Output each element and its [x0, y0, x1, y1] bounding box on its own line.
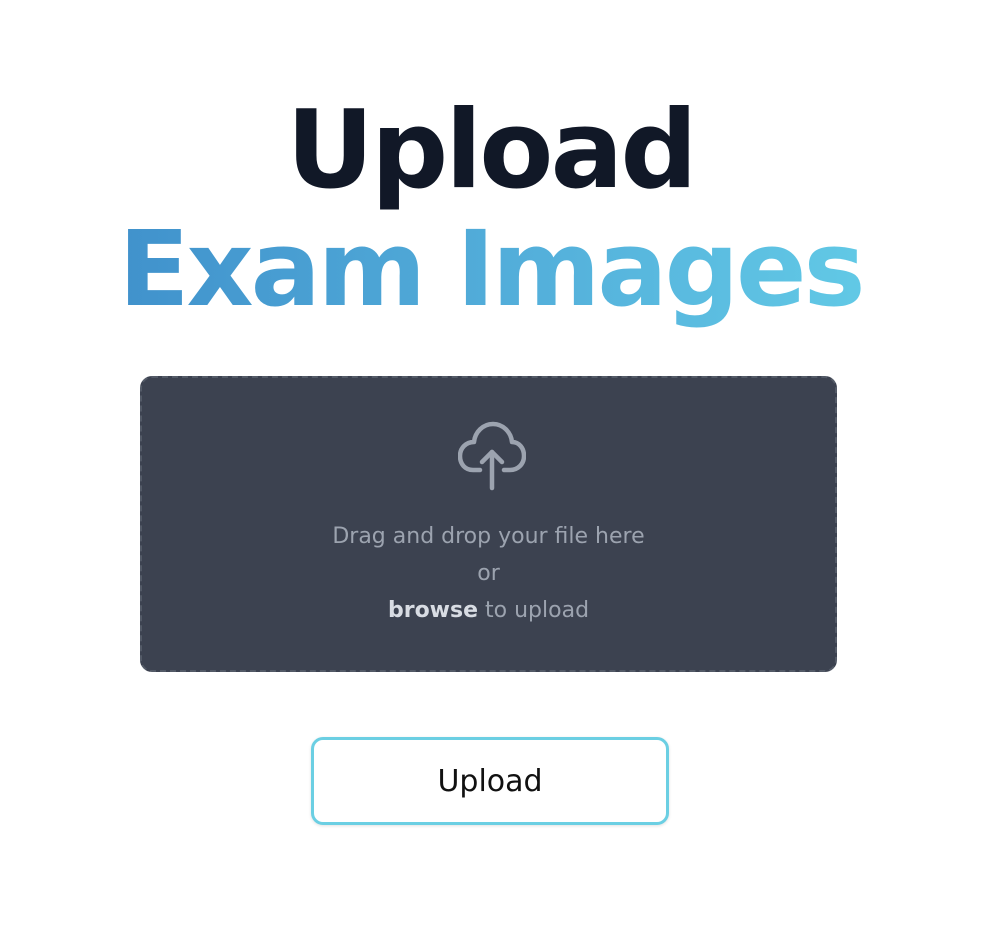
page-title: Upload Exam Images — [0, 88, 999, 329]
browse-link[interactable]: browse — [388, 598, 478, 623]
file-dropzone[interactable]: Drag and drop your file here or browse t… — [140, 376, 837, 672]
dropzone-instructions: Drag and drop your file here or browse t… — [142, 518, 835, 629]
browse-suffix: to upload — [478, 598, 590, 623]
title-line-upload: Upload — [286, 88, 697, 213]
cloud-upload-icon — [458, 421, 526, 491]
title-line-exam-images: Exam Images — [0, 210, 999, 328]
upload-button[interactable]: Upload — [311, 737, 669, 825]
dropzone-line-drag: Drag and drop your file here — [332, 524, 645, 549]
upload-page: Upload Exam Images Drag and drop your fi… — [0, 0, 999, 934]
dropzone-line-browse: browse to upload — [142, 592, 835, 629]
dropzone-line-or: or — [477, 561, 500, 586]
